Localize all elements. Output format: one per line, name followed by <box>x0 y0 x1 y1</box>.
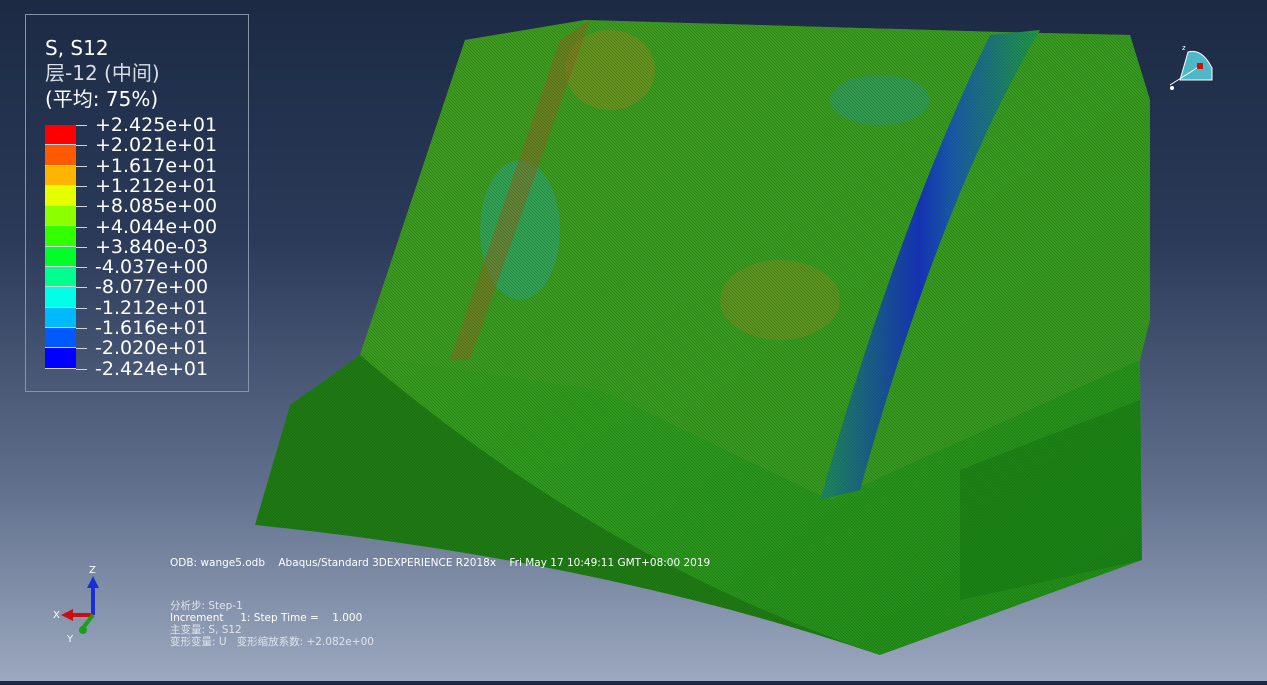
legend-tick <box>76 368 87 370</box>
legend-value-label: -1.212e+01 <box>95 296 209 319</box>
deformed-variable-info: 变形变量: U 变形缩放系数: +2.082e+00 <box>170 636 374 648</box>
legend-swatch <box>45 267 76 288</box>
legend-swatch <box>45 206 76 227</box>
legend-tick <box>76 267 87 269</box>
triad-x-label: X <box>53 610 60 621</box>
legend-swatch <box>45 185 76 207</box>
svg-text:z: z <box>1182 44 1186 52</box>
legend-tick <box>76 185 87 187</box>
legend-value-label: -1.616e+01 <box>95 317 209 339</box>
odb-info: ODB: wange5.odb Abaqus/Standard 3DEXPERI… <box>170 557 711 569</box>
legend-title: S, S12 <box>45 36 109 60</box>
legend-value-label: +1.212e+01 <box>95 174 218 197</box>
legend-tick <box>76 125 87 126</box>
legend-color-bar <box>45 125 76 369</box>
view-cube-icon[interactable]: z <box>1160 40 1220 95</box>
legend-value-label: +1.617e+01 <box>95 154 218 177</box>
legend-value-label: -2.424e+01 <box>95 357 209 380</box>
legend-swatch <box>45 327 76 349</box>
legend-tick <box>76 145 87 147</box>
legend-value-label: -8.077e+00 <box>95 276 209 299</box>
legend-value-label: +8.085e+00 <box>95 195 218 218</box>
legend-swatch <box>45 145 76 166</box>
legend-value-label: -2.020e+01 <box>95 337 209 360</box>
axis-triad: Z X Y <box>53 565 99 645</box>
increment-info: Increment 1: Step Time = 1.000 <box>170 612 363 624</box>
legend-averaging: (平均: 75%) <box>45 87 159 111</box>
legend-tick <box>76 287 87 289</box>
legend-swatch <box>45 165 76 186</box>
legend-swatch <box>45 226 76 247</box>
legend-swatch <box>45 246 76 268</box>
legend-tick <box>76 226 87 228</box>
contour-legend: S, S12 层-12 (中间) (平均: 75%) +2.425e+01 +2.… <box>25 14 249 392</box>
legend-value-label: +2.021e+01 <box>95 134 218 157</box>
legend-tick <box>76 246 87 248</box>
legend-swatch <box>45 348 76 369</box>
legend-value-label: -4.037e+00 <box>95 256 209 279</box>
triad-y-label: Y <box>66 634 74 645</box>
legend-layer: 层-12 (中间) <box>45 61 160 85</box>
legend-tick <box>76 165 87 167</box>
legend-value-label: +4.044e+00 <box>95 215 218 238</box>
legend-value-label: +2.425e+01 <box>95 114 218 136</box>
legend-tick <box>76 206 87 208</box>
legend-tick <box>76 307 87 309</box>
legend-tick <box>76 348 87 350</box>
legend-swatch <box>45 287 76 308</box>
legend-value-label: +3.840e-03 <box>95 235 209 258</box>
triad-z-label: Z <box>89 565 96 576</box>
legend-swatch <box>45 125 76 146</box>
step-info: 分析步: Step-1 <box>170 600 243 612</box>
legend-tick <box>76 328 87 329</box>
primary-variable-info: 主变量: S, S12 <box>170 624 242 636</box>
legend-swatch <box>45 307 76 328</box>
